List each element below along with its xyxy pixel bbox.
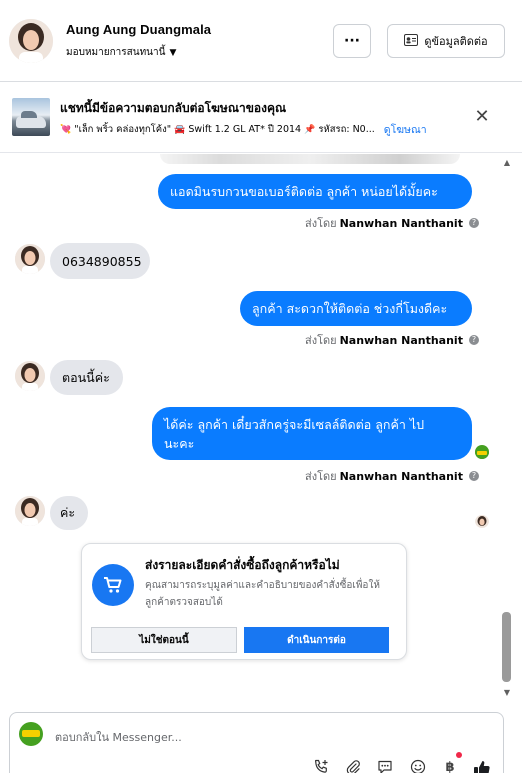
message-text: ลูกค้า สะดวกให้ติดต่อ ช่วงกี่โมงดีคะ (252, 300, 448, 316)
assign-conversation-dropdown[interactable]: มอบหมายการสนทนานี้ ▼ (66, 45, 176, 60)
reply-input[interactable]: ตอบกลับใน Messenger... (55, 728, 182, 746)
ad-banner-subtitle: 💘 "เล็ก พริ้ว คล่องทุกโค้ง" 🚘 Swift 1.2 … (60, 121, 427, 138)
view-ad-link[interactable]: ดูโฆษณา (384, 121, 427, 138)
help-icon[interactable]: ? (468, 335, 479, 345)
continue-button[interactable]: ดำเนินการต่อ (244, 627, 389, 653)
view-contact-info-button[interactable]: ดูข้อมูลติดต่อ (387, 24, 505, 58)
sent-by-prefix: ส่งโดย (305, 217, 337, 230)
sent-by-agent: Nanwhan Nanthanit (339, 216, 463, 230)
ad-reply-banner (0, 83, 522, 153)
message-text-line1: ได้ค่ะ ลูกค้า เดี๋ยวสักครู่จะมีเซลล์ติดต… (164, 416, 425, 432)
attachment-icon[interactable] (344, 759, 362, 773)
message-composer[interactable]: ตอบกลับใน Messenger... ฿ (9, 712, 504, 773)
heart-icon: 💘 (60, 124, 72, 135)
help-icon[interactable]: ? (468, 471, 479, 481)
car-icon: 🚘 (174, 124, 186, 135)
assign-label: มอบหมายการสนทนานี้ (66, 47, 166, 58)
message-text: ค่ะ (60, 505, 76, 520)
ad-banner-title: แชทนี้มีข้อความตอบกลับต่อโฆษณาของคุณ (60, 101, 287, 115)
sent-by-prefix: ส่งโดย (305, 334, 337, 347)
ad-car-code: รหัสรถ: N0... (318, 124, 375, 135)
message-text: แอดมินรบกวนขอเบอร์ติดต่อ ลูกค้า หน่อยได้… (170, 183, 438, 199)
ad-thumbnail (12, 98, 50, 136)
sent-by-agent: Nanwhan Nanthanit (339, 333, 463, 347)
chevron-down-icon: ▼ (169, 47, 177, 58)
close-banner-icon[interactable]: ✕ (472, 107, 492, 127)
order-card-description: คุณสามารถระบุมูลค่าและคำอธิบายของคำสั่งซ… (145, 580, 380, 608)
contact-avatar-small (15, 361, 45, 391)
message-bubble-incoming[interactable]: ตอนนี้ค่ะ (50, 360, 123, 395)
call-icon[interactable] (312, 759, 330, 773)
message-text-line2: นะคะ (164, 435, 195, 451)
like-thumbs-up-icon[interactable] (473, 759, 491, 773)
sent-by-agent: Nanwhan Nanthanit (339, 469, 463, 483)
previous-image-attachment[interactable] (160, 154, 460, 164)
saved-replies-icon[interactable] (376, 759, 394, 773)
order-details-prompt-card: ส่งรายละเอียดคำสั่งซื้อถึงลูกค้าหรือไม่ … (81, 543, 407, 660)
scrollbar-thumb[interactable] (502, 612, 511, 682)
message-bubble-incoming[interactable]: ค่ะ (50, 496, 88, 530)
contact-name: Aung Aung Duangmala (66, 22, 212, 37)
message-bubble-outgoing[interactable]: แอดมินรบกวนขอเบอร์ติดต่อ ลูกค้า หน่อยได้… (158, 174, 472, 209)
more-icon: ··· (344, 33, 360, 49)
ad-quote: "เล็ก พริ้ว คล่องทุกโค้ง" (74, 124, 172, 135)
seen-indicator-contact-avatar (475, 514, 489, 528)
message-text: ตอนนี้ค่ะ (62, 369, 110, 385)
scroll-up-arrow-icon[interactable]: ▲ (502, 158, 512, 168)
more-options-button[interactable]: ··· (333, 24, 371, 58)
message-bubble-incoming[interactable]: 0634890855 (50, 243, 150, 279)
contact-avatar-small (15, 496, 45, 526)
ad-car-model: Swift 1.2 GL AT* ปี 2014 (188, 124, 302, 135)
contact-info-label: ดูข้อมูลติดต่อ (424, 35, 488, 48)
sent-by-label: ส่งโดย Nanwhan Nanthanit ? (305, 467, 479, 485)
cart-icon (92, 564, 134, 606)
contact-avatar[interactable] (9, 19, 53, 63)
conversation-header: Aung Aung Duangmala มอบหมายการสนทนานี้ ▼… (0, 0, 522, 82)
contact-card-icon (404, 33, 419, 49)
scroll-down-arrow-icon[interactable]: ▼ (502, 688, 512, 698)
message-bubble-outgoing[interactable]: ลูกค้า สะดวกให้ติดต่อ ช่วงกี่โมงดีคะ (240, 291, 472, 326)
message-bubble-outgoing[interactable]: ได้ค่ะ ลูกค้า เดี๋ยวสักครู่จะมีเซลล์ติดต… (152, 407, 472, 460)
page-avatar (19, 722, 43, 746)
pin-icon: 📌 (304, 124, 316, 135)
notification-dot (456, 752, 462, 758)
seen-indicator-agent-avatar (475, 445, 489, 459)
sent-by-label: ส่งโดย Nanwhan Nanthanit ? (305, 214, 479, 232)
sent-by-label: ส่งโดย Nanwhan Nanthanit ? (305, 331, 479, 349)
not-now-button[interactable]: ไม่ใช่ตอนนี้ (91, 627, 237, 653)
help-icon[interactable]: ? (468, 218, 479, 228)
sent-by-prefix: ส่งโดย (305, 470, 337, 483)
baht-payment-icon[interactable]: ฿ (441, 759, 459, 773)
emoji-icon[interactable] (409, 759, 427, 773)
order-card-title: ส่งรายละเอียดคำสั่งซื้อถึงลูกค้าหรือไม่ (145, 558, 340, 572)
message-text: 0634890855 (62, 253, 142, 269)
contact-avatar-small (15, 244, 45, 274)
